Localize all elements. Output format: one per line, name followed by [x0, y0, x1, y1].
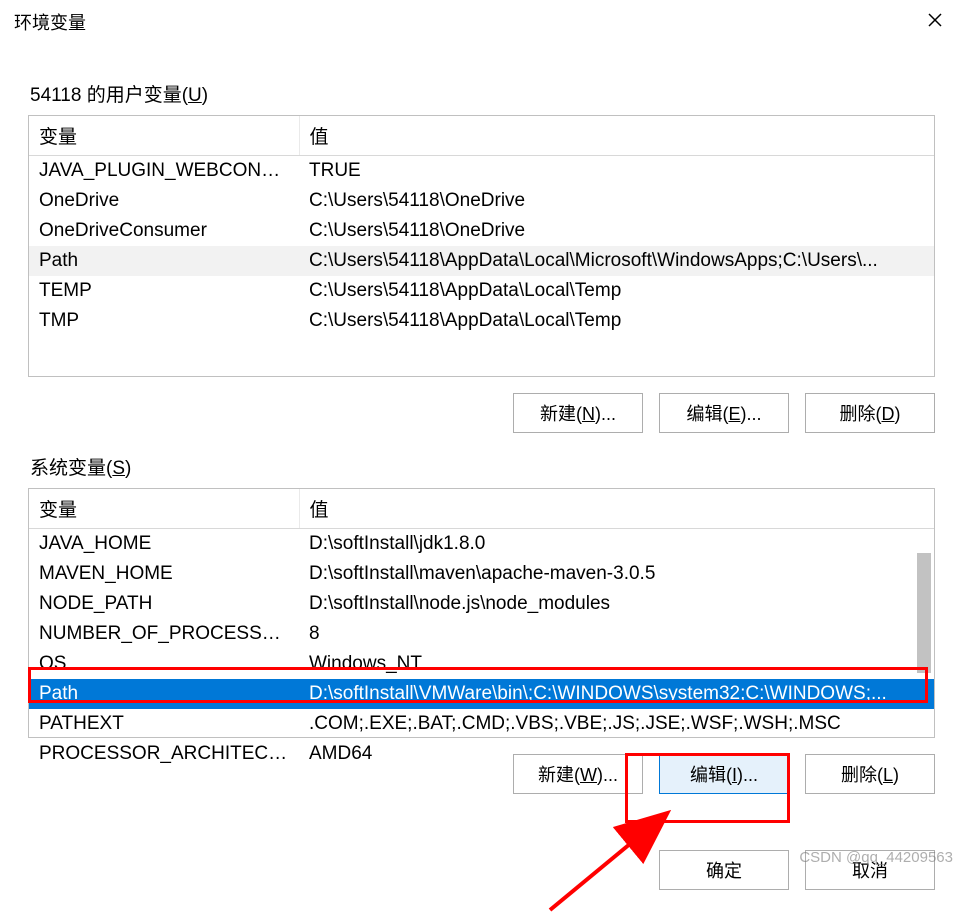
table-row[interactable]: NUMBER_OF_PROCESSORS8 [29, 619, 934, 649]
close-icon [927, 12, 943, 28]
watermark: CSDN @qq_44209563 [799, 849, 953, 866]
user-col-value[interactable]: 值 [299, 116, 934, 156]
scrollbar-thumb[interactable] [917, 553, 931, 673]
table-row[interactable]: JAVA_HOMED:\softInstall\jdk1.8.0 [29, 529, 934, 560]
user-col-name[interactable]: 变量 [29, 116, 299, 156]
user-vars-buttons: 新建(N)... 编辑(E)... 删除(D) [28, 393, 935, 433]
sys-col-name[interactable]: 变量 [29, 489, 299, 529]
ok-button[interactable]: 确定 [659, 850, 789, 890]
user-delete-button[interactable]: 删除(D) [805, 393, 935, 433]
table-row[interactable]: MAVEN_HOMED:\softInstall\maven\apache-ma… [29, 559, 934, 589]
table-row[interactable]: TEMPC:\Users\54118\AppData\Local\Temp [29, 276, 934, 306]
titlebar: 环境变量 [0, 0, 963, 44]
table-row[interactable]: OSWindows_NT [29, 649, 934, 679]
window-title: 环境变量 [14, 9, 86, 35]
user-new-button[interactable]: 新建(N)... [513, 393, 643, 433]
user-vars-label: 54118 的用户变量(U) [30, 80, 935, 107]
user-edit-button[interactable]: 编辑(E)... [659, 393, 789, 433]
table-row[interactable]: NODE_PATHD:\softInstall\node.js\node_mod… [29, 589, 934, 619]
system-vars-scrollbar[interactable] [914, 489, 934, 737]
user-vars-table[interactable]: 变量 值 JAVA_PLUGIN_WEBCONTRO...TRUE OneDri… [28, 115, 935, 377]
table-row[interactable]: OneDriveConsumerC:\Users\54118\OneDrive [29, 216, 934, 246]
table-row[interactable]: PathD:\softInstall\VMWare\bin\;C:\WINDOW… [29, 679, 934, 709]
table-row[interactable]: PROCESSOR_ARCHITECTUREAMD64 [29, 739, 934, 769]
table-row[interactable]: OneDriveC:\Users\54118\OneDrive [29, 186, 934, 216]
system-vars-label: 系统变量(S) [30, 453, 935, 480]
table-row[interactable]: JAVA_PLUGIN_WEBCONTRO...TRUE [29, 156, 934, 187]
system-vars-table[interactable]: 变量 值 JAVA_HOMED:\softInstall\jdk1.8.0 MA… [28, 488, 935, 738]
table-row[interactable]: TMPC:\Users\54118\AppData\Local\Temp [29, 306, 934, 336]
sys-col-value[interactable]: 值 [299, 489, 934, 529]
close-button[interactable] [907, 6, 963, 38]
table-row[interactable]: PATHEXT.COM;.EXE;.BAT;.CMD;.VBS;.VBE;.JS… [29, 709, 934, 739]
table-row[interactable]: PathC:\Users\54118\AppData\Local\Microso… [29, 246, 934, 276]
